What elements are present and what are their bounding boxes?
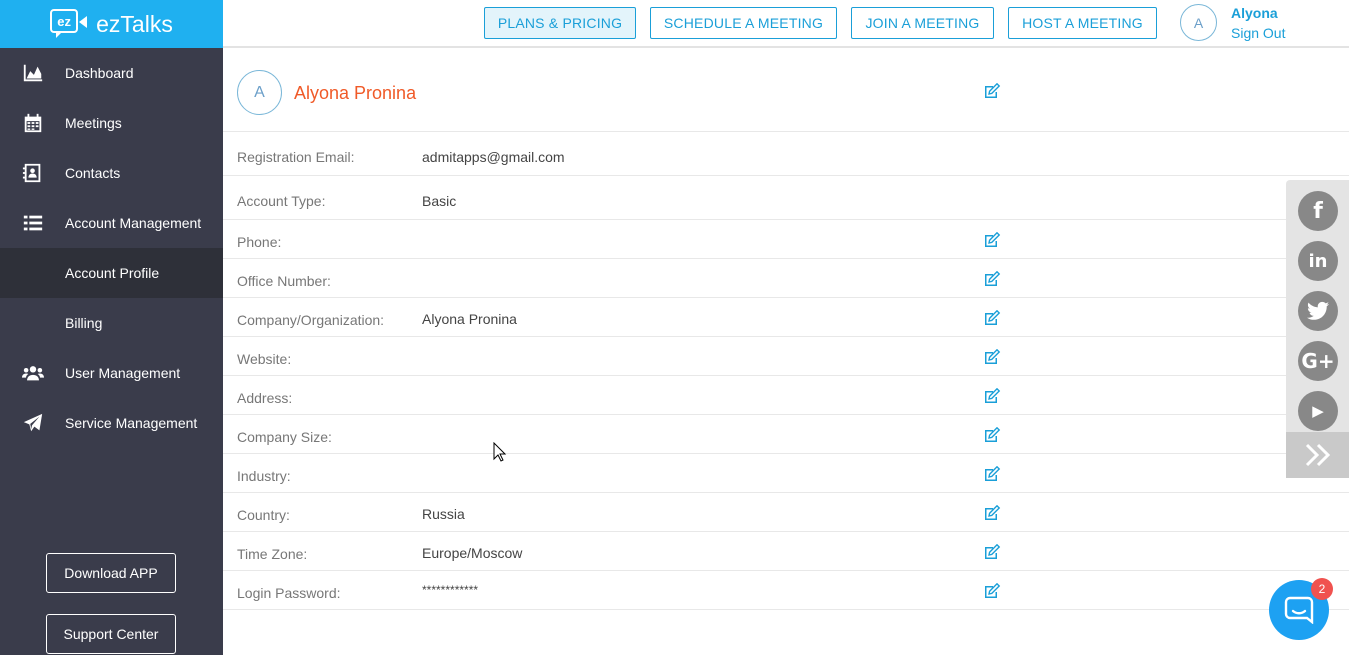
address-book-icon — [0, 162, 65, 184]
field-value: admitapps@gmail.com — [422, 149, 565, 165]
edit-phone-icon[interactable] — [983, 231, 1001, 248]
users-icon — [0, 362, 65, 384]
sidebar-item-contacts[interactable]: Contacts — [0, 148, 223, 198]
download-app-button[interactable]: Download APP — [46, 553, 176, 593]
support-center-button[interactable]: Support Center — [46, 614, 176, 654]
edit-name-icon[interactable] — [983, 82, 1001, 99]
collapse-social-button[interactable] — [1286, 432, 1349, 478]
sidebar-item-label: Dashboard — [65, 65, 134, 81]
chat-unread-badge: 2 — [1311, 578, 1333, 600]
field-row-company: Company/Organization: Alyona Pronina — [223, 298, 1349, 337]
field-label: Account Type: — [237, 193, 326, 209]
field-row-registration-email: Registration Email: admitapps@gmail.com — [223, 132, 1349, 176]
field-row-website: Website: — [223, 337, 1349, 376]
sidebar-item-meetings[interactable]: Meetings — [0, 98, 223, 148]
social-share-bar: f in G+ ▶ — [1286, 180, 1349, 478]
edit-country-icon[interactable] — [983, 504, 1001, 521]
field-label: Registration Email: — [237, 149, 355, 165]
sidebar-item-label: Account Management — [65, 215, 202, 231]
field-row-industry: Industry: — [223, 454, 1349, 493]
edit-password-icon[interactable] — [983, 582, 1001, 599]
area-chart-icon — [0, 62, 65, 84]
sidebar-item-account-management[interactable]: Account Management — [0, 198, 223, 248]
field-label: Industry: — [237, 468, 291, 484]
account-profile-panel: A Alyona Pronina Registration Email: adm… — [223, 50, 1349, 610]
sidebar-item-label: Meetings — [65, 115, 122, 131]
eztalks-logo-icon: ez — [50, 9, 88, 39]
join-meeting-button[interactable]: JOIN A MEETING — [851, 7, 994, 39]
sign-out-link[interactable]: Sign Out — [1231, 25, 1285, 41]
chat-icon — [1284, 596, 1314, 624]
sidebar-item-dashboard[interactable]: Dashboard — [0, 48, 223, 98]
field-row-office-number: Office Number: — [223, 259, 1349, 298]
paper-plane-icon — [0, 412, 65, 434]
mouse-cursor-icon — [493, 442, 507, 462]
double-chevron-right-icon — [1305, 443, 1330, 467]
field-label: Login Password: — [237, 585, 341, 601]
sidebar-item-billing[interactable]: Billing — [0, 298, 223, 348]
top-header: PLANS & PRICING SCHEDULE A MEETING JOIN … — [223, 0, 1349, 48]
user-avatar[interactable]: A — [1180, 4, 1217, 41]
edit-company-icon[interactable] — [983, 309, 1001, 326]
field-value: ************ — [422, 583, 479, 597]
field-label: Address: — [237, 390, 293, 406]
calendar-icon — [0, 112, 65, 134]
sidebar-item-label: Contacts — [65, 165, 121, 181]
field-value: Alyona Pronina — [422, 311, 517, 327]
logo[interactable]: ez ezTalks — [0, 0, 223, 48]
field-row-country: Country: Russia — [223, 493, 1349, 532]
linkedin-icon[interactable]: in — [1298, 241, 1338, 281]
user-name[interactable]: Alyona — [1231, 5, 1278, 21]
list-icon — [0, 212, 65, 234]
field-value: Basic — [422, 193, 457, 209]
sidebar-item-label: Billing — [65, 315, 103, 331]
plans-pricing-button[interactable]: PLANS & PRICING — [484, 7, 636, 39]
field-label: Time Zone: — [237, 546, 308, 562]
field-label: Website: — [237, 351, 292, 367]
field-row-time-zone: Time Zone: Europe/Moscow — [223, 532, 1349, 571]
facebook-icon[interactable]: f — [1298, 191, 1338, 231]
edit-industry-icon[interactable] — [983, 465, 1001, 482]
sidebar: ez ezTalks Dashboard Meetings Contacts A… — [0, 0, 223, 655]
field-label: Company Size: — [237, 429, 332, 445]
field-label: Office Number: — [237, 273, 331, 289]
brand-name: ezTalks — [96, 10, 173, 37]
field-row-phone: Phone: — [223, 220, 1349, 259]
field-label: Company/Organization: — [237, 312, 385, 328]
sidebar-nav: Dashboard Meetings Contacts Account Mana… — [0, 48, 223, 448]
video-play-icon[interactable]: ▶ — [1298, 391, 1338, 431]
field-row-address: Address: — [223, 376, 1349, 415]
field-row-company-size: Company Size: — [223, 415, 1349, 454]
field-value: Russia — [422, 506, 465, 522]
sidebar-item-service-management[interactable]: Service Management — [0, 398, 223, 448]
sidebar-item-label: Service Management — [65, 415, 198, 431]
edit-website-icon[interactable] — [983, 348, 1001, 365]
edit-company-size-icon[interactable] — [983, 426, 1001, 443]
sidebar-item-label: User Management — [65, 365, 181, 381]
field-value: Europe/Moscow — [422, 545, 523, 561]
field-row-login-password: Login Password: ************ — [223, 571, 1349, 610]
sidebar-item-account-profile[interactable]: Account Profile — [0, 248, 223, 298]
twitter-icon[interactable] — [1298, 291, 1338, 331]
profile-header: A Alyona Pronina — [223, 50, 1349, 132]
field-label: Phone: — [237, 234, 282, 250]
field-label: Country: — [237, 507, 290, 523]
edit-address-icon[interactable] — [983, 387, 1001, 404]
edit-office-number-icon[interactable] — [983, 270, 1001, 287]
field-row-account-type: Account Type: Basic — [223, 176, 1349, 220]
edit-time-zone-icon[interactable] — [983, 543, 1001, 560]
sidebar-item-user-management[interactable]: User Management — [0, 348, 223, 398]
google-plus-icon[interactable]: G+ — [1298, 341, 1338, 381]
sidebar-item-label: Account Profile — [65, 265, 160, 281]
host-meeting-button[interactable]: HOST A MEETING — [1008, 7, 1157, 39]
schedule-meeting-button[interactable]: SCHEDULE A MEETING — [650, 7, 837, 39]
profile-avatar: A — [237, 70, 282, 115]
logo-badge-text: ez — [50, 9, 79, 38]
profile-name: Alyona Pronina — [294, 83, 417, 103]
